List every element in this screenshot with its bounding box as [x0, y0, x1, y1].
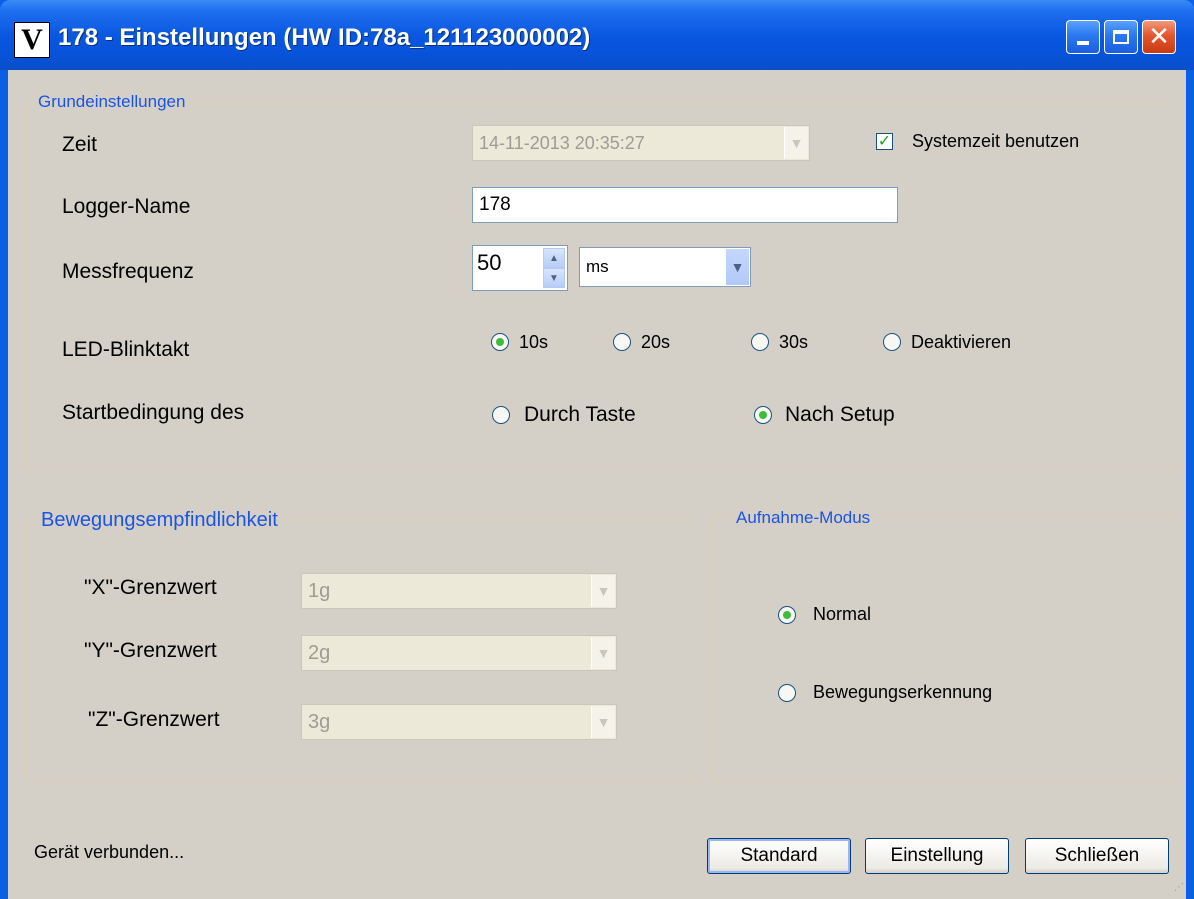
- y-grenzwert-select[interactable]: 2g ▼: [301, 635, 617, 671]
- spin-down-icon[interactable]: ▼: [543, 268, 565, 288]
- maximize-icon[interactable]: [1104, 20, 1138, 54]
- standard-button[interactable]: Standard: [707, 838, 851, 874]
- messfrequenz-unit-value: ms: [586, 257, 609, 276]
- start-radio-durch-taste[interactable]: [492, 406, 510, 424]
- x-grenzwert-select[interactable]: 1g ▼: [301, 573, 617, 609]
- chevron-down-icon[interactable]: ▼: [784, 127, 808, 159]
- settings-window: V 178 - Einstellungen (HW ID:78a_1211230…: [0, 0, 1194, 899]
- zeit-datetime-picker[interactable]: 14-11-2013 20:35:27 ▼: [472, 125, 810, 161]
- window-title: 178 - Einstellungen (HW ID:78a_121123000…: [58, 24, 591, 51]
- chevron-down-icon[interactable]: ▼: [725, 249, 749, 285]
- start-radio-nach-setup-label[interactable]: Nach Setup: [785, 403, 895, 427]
- led-radio-10s-label[interactable]: 10s: [519, 332, 548, 353]
- checkmark-icon: ✓: [877, 132, 892, 150]
- resize-grip-icon[interactable]: ⋰: [1174, 882, 1184, 893]
- led-radio-deaktivieren[interactable]: [883, 333, 901, 351]
- led-blinktakt-label: LED-Blinktakt: [62, 338, 190, 361]
- title-bar[interactable]: V 178 - Einstellungen (HW ID:78a_1211230…: [0, 0, 1194, 70]
- messfrequenz-unit-select[interactable]: ms ▼: [579, 247, 751, 287]
- logger-name-label: Logger-Name: [62, 195, 191, 218]
- aufnahme-group: [710, 516, 1178, 780]
- schliessen-button[interactable]: Schließen: [1025, 838, 1169, 874]
- z-grenzwert-select[interactable]: 3g ▼: [301, 704, 617, 740]
- y-grenzwert-value: 2g: [308, 641, 331, 664]
- x-grenzwert-label: "X"-Grenzwert: [84, 576, 217, 599]
- z-grenzwert-label: "Z"-Grenzwert: [88, 708, 220, 731]
- z-grenzwert-value: 3g: [308, 710, 331, 733]
- led-radio-20s-label[interactable]: 20s: [641, 332, 670, 353]
- chevron-down-icon[interactable]: ▼: [591, 637, 615, 669]
- bewegung-legend: Bewegungsempfindlichkeit: [38, 509, 281, 532]
- chevron-down-icon[interactable]: ▼: [591, 706, 615, 738]
- minimize-icon[interactable]: [1066, 20, 1100, 54]
- aufnahme-legend: Aufnahme-Modus: [733, 508, 874, 528]
- logger-name-input[interactable]: 178: [472, 187, 898, 223]
- spin-up-icon[interactable]: ▲: [543, 248, 565, 268]
- dialog-client-area: Grundeinstellungen Zeit 14-11-2013 20:35…: [8, 70, 1186, 899]
- start-radio-nach-setup[interactable]: [754, 406, 772, 424]
- zeit-label: Zeit: [62, 133, 98, 156]
- status-text: Gerät verbunden...: [34, 842, 185, 862]
- chevron-down-icon[interactable]: ▼: [591, 575, 615, 607]
- zeit-value: 14-11-2013 20:35:27: [479, 132, 645, 153]
- x-grenzwert-value: 1g: [308, 579, 331, 602]
- led-radio-deaktivieren-label[interactable]: Deaktivieren: [911, 332, 1011, 353]
- startbedingung-label: Startbedingung des: [62, 401, 245, 424]
- aufnahme-radio-bewegung-label[interactable]: Bewegungserkennung: [813, 682, 992, 703]
- led-radio-20s[interactable]: [613, 333, 631, 351]
- einstellung-button[interactable]: Einstellung: [865, 838, 1009, 874]
- aufnahme-radio-normal-label[interactable]: Normal: [813, 604, 871, 625]
- y-grenzwert-label: "Y"-Grenzwert: [84, 639, 217, 662]
- aufnahme-radio-normal[interactable]: [778, 606, 796, 624]
- app-icon[interactable]: V: [14, 22, 50, 58]
- close-icon[interactable]: ✕: [1142, 20, 1176, 54]
- messfrequenz-spinner[interactable]: 50 ▲ ▼: [472, 245, 568, 291]
- systemzeit-checkbox[interactable]: ✓: [876, 133, 893, 150]
- led-radio-30s-label[interactable]: 30s: [779, 332, 808, 353]
- start-radio-durch-taste-label[interactable]: Durch Taste: [524, 403, 636, 427]
- aufnahme-radio-bewegung[interactable]: [778, 684, 796, 702]
- led-radio-10s[interactable]: [491, 333, 509, 351]
- messfrequenz-value: 50: [477, 250, 502, 275]
- logger-name-value: 178: [479, 194, 511, 215]
- systemzeit-label[interactable]: Systemzeit benutzen: [912, 131, 1079, 152]
- messfrequenz-label: Messfrequenz: [62, 260, 194, 283]
- led-radio-30s[interactable]: [751, 333, 769, 351]
- grundeinstellungen-legend: Grundeinstellungen: [35, 92, 189, 112]
